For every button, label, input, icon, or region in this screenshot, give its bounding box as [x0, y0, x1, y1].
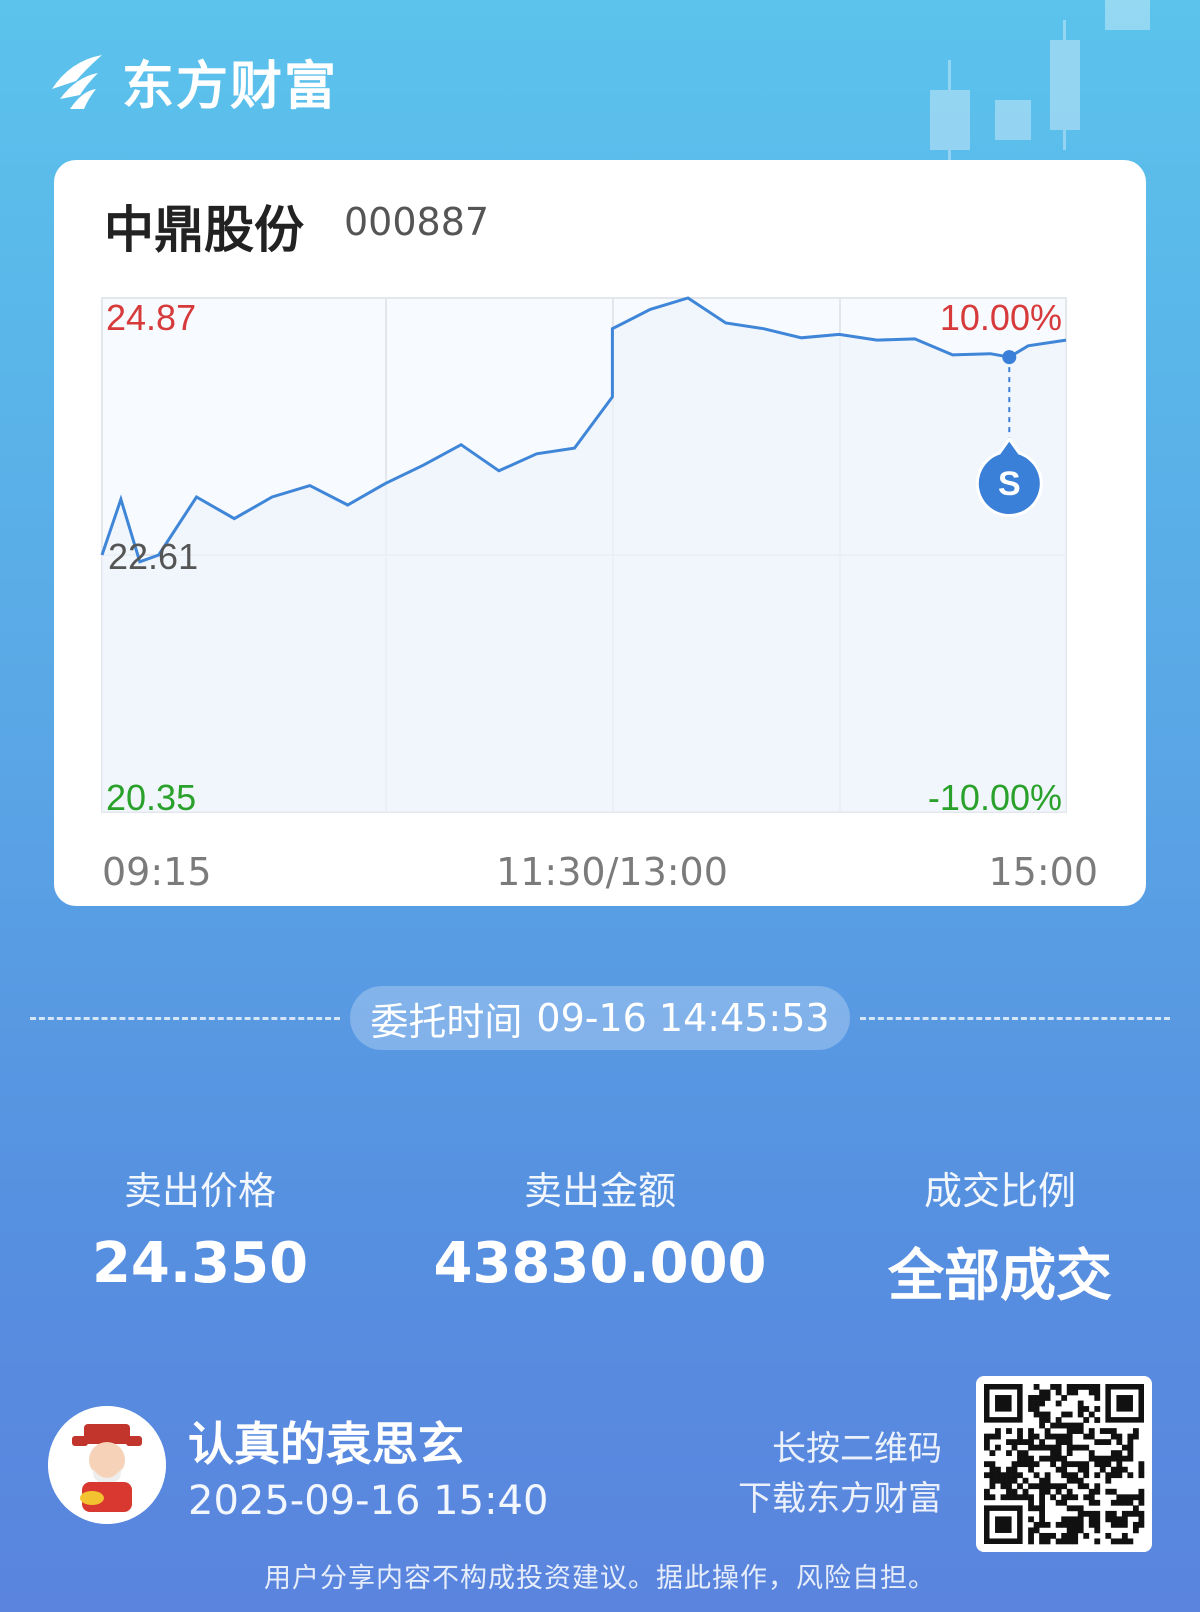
sell-marker-label: S — [998, 465, 1021, 503]
user-avatar[interactable] — [48, 1406, 166, 1524]
share-time: 2025-09-16 15:40 — [188, 1478, 549, 1524]
prev-close-label: 22.61 — [108, 536, 198, 577]
qr-hint: 长按二维码 下载东方财富 — [738, 1424, 942, 1524]
intraday-chart: 24.87 22.61 20.35 10.00% -10.00% S — [100, 296, 1067, 818]
stat-fill-ratio: 成交比例 全部成交 — [830, 1160, 1170, 1312]
caishen-avatar-icon — [48, 1406, 166, 1524]
price-low-label: 20.35 — [106, 777, 196, 818]
stat-sell-amount: 卖出金额 43830.000 — [430, 1160, 770, 1296]
divider-left — [30, 1017, 340, 1020]
sell-marker-dot — [1002, 350, 1017, 365]
background-candlestick-decoration — [930, 0, 1150, 160]
pct-high-label: 10.00% — [940, 297, 1062, 338]
x-tick-close: 15:00 — [988, 850, 1098, 894]
stat-value: 24.350 — [91, 1231, 309, 1296]
qr-hint-line2: 下载东方财富 — [738, 1479, 942, 1519]
order-time-value: 09-16 14:45:53 — [536, 996, 830, 1040]
order-time-pill: 委托时间 09-16 14:45:53 — [350, 986, 850, 1050]
eastmoney-logo-icon — [52, 54, 102, 109]
qr-code[interactable] — [976, 1376, 1152, 1552]
brand-header: 东方财富 — [46, 44, 338, 119]
disclaimer: 用户分享内容不构成投资建议。据此操作，风险自担。 — [264, 1563, 936, 1594]
brand-name: 东方财富 — [122, 57, 339, 117]
stat-label: 卖出金额 — [523, 1169, 676, 1213]
stock-chart-card[interactable]: 中鼎股份 000887 24.87 22.61 20.35 10.00% -10… — [54, 160, 1146, 906]
stat-label: 成交比例 — [923, 1169, 1076, 1213]
stat-label: 卖出价格 — [123, 1169, 276, 1213]
pct-low-label: -10.00% — [928, 777, 1062, 818]
price-high-label: 24.87 — [106, 297, 196, 338]
qr-code-icon — [984, 1384, 1145, 1545]
order-time-label: 委托时间 — [370, 999, 523, 1044]
stat-value: 全部成交 — [888, 1244, 1112, 1309]
stat-sell-price: 卖出价格 24.350 — [30, 1160, 370, 1296]
divider-right — [860, 1017, 1170, 1020]
qr-hint-line1: 长按二维码 — [772, 1429, 942, 1469]
user-name: 认真的袁思玄 — [188, 1417, 464, 1471]
stat-value: 43830.000 — [433, 1231, 767, 1296]
